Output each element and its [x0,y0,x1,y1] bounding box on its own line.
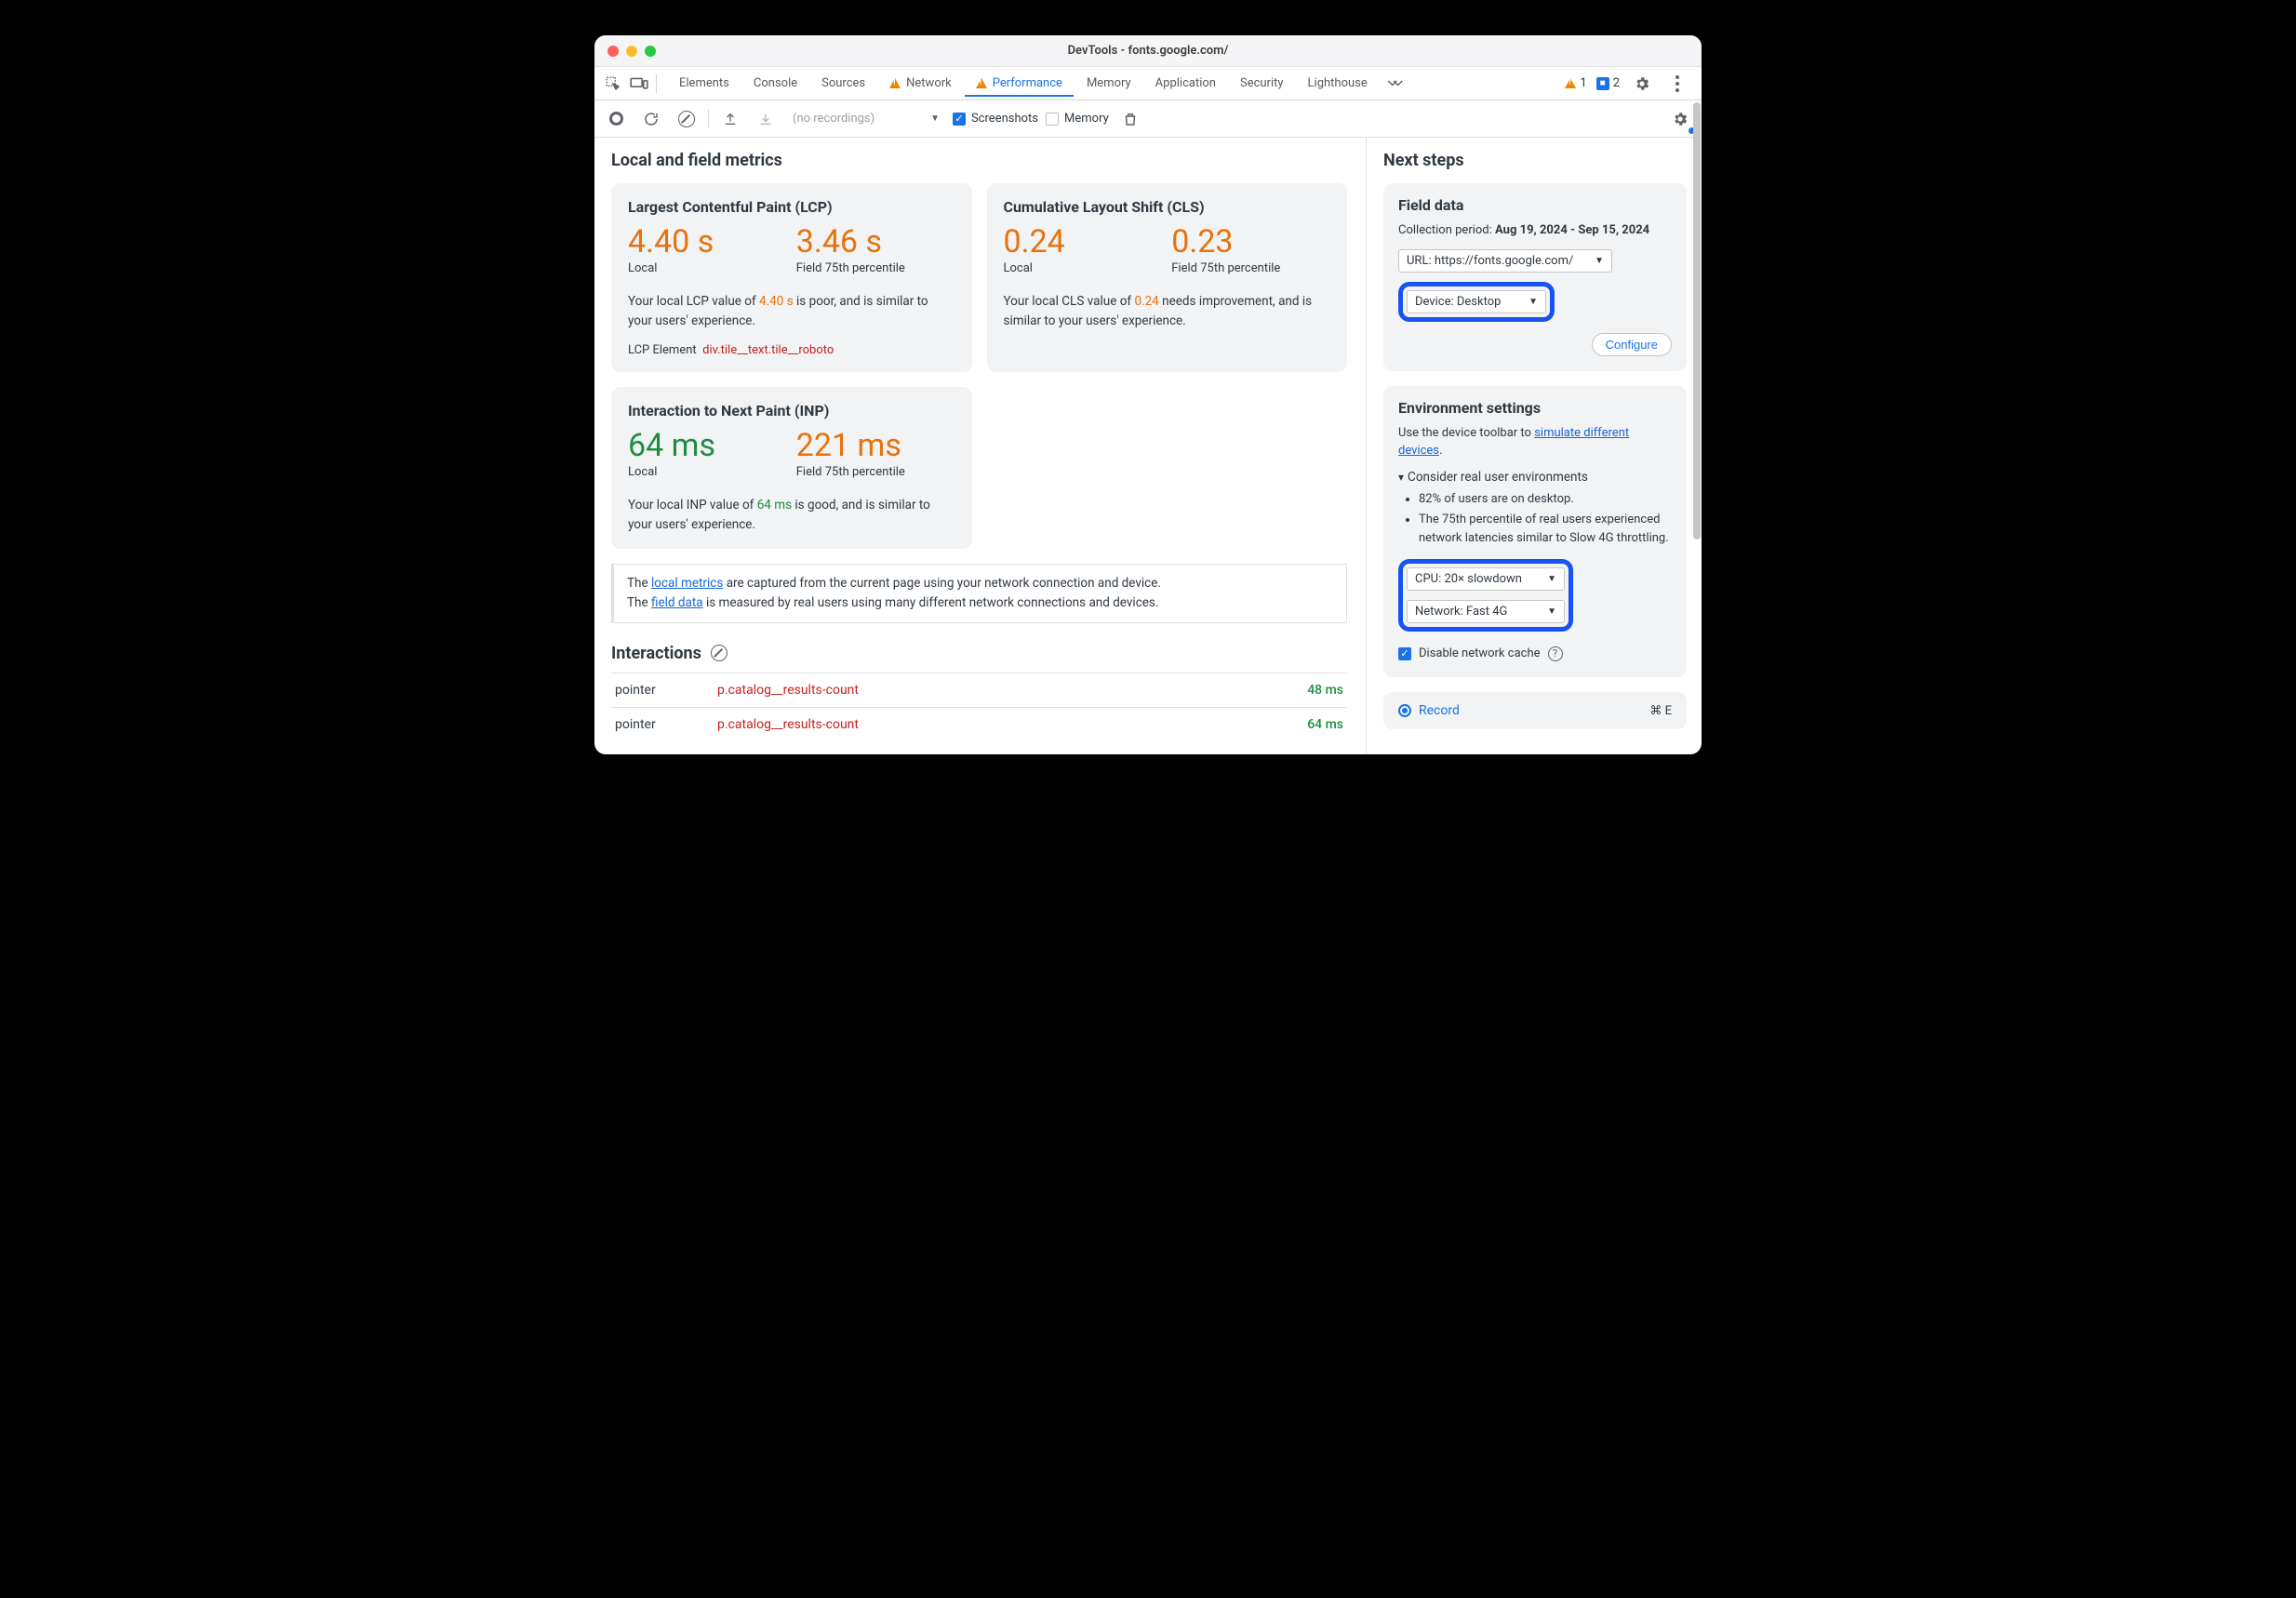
cls-local-value: 0.24 [1004,225,1163,260]
lcp-field-value: 3.46 s [796,225,955,260]
scrollbar[interactable] [1692,102,1702,754]
tab-lighthouse[interactable]: Lighthouse [1297,70,1379,97]
cls-card: Cumulative Layout Shift (CLS) 0.24 Local… [987,183,1348,372]
help-icon[interactable]: ? [1548,646,1563,661]
inp-local-label: Local [628,465,787,479]
interaction-row[interactable]: pointer p.catalog__results-count 64 ms [611,707,1347,741]
upload-profile-icon[interactable] [716,105,744,133]
collection-period: Collection period: Aug 19, 2024 - Sep 15… [1398,221,1672,240]
disable-cache-checkbox[interactable]: ✓ [1398,647,1411,660]
device-select-highlight: Device: Desktop▼ [1398,282,1555,322]
field-data-link[interactable]: field data [651,595,703,610]
tab-elements[interactable]: Elements [668,70,741,97]
disable-cache-label: Disable network cache [1419,645,1541,663]
environment-hint: Use the device toolbar to simulate diffe… [1398,424,1672,460]
lcp-element-row[interactable]: LCP Element div.tile__text.tile__roboto [628,343,955,357]
warning-icon [1565,78,1576,88]
cls-field-value: 0.23 [1171,225,1330,260]
throttling-highlight: CPU: 20× slowdown▼ Network: Fast 4G▼ [1398,559,1573,632]
env-bullet: The 75th percentile of real users experi… [1419,511,1672,548]
cls-field-label: Field 75th percentile [1171,261,1330,275]
device-toolbar-icon[interactable] [626,71,652,97]
inp-local-value: 64 ms [628,429,787,463]
record-shortcut: ⌘ E [1649,704,1672,718]
tab-console[interactable]: Console [742,70,808,97]
env-bullet: 82% of users are on desktop. [1419,490,1672,509]
clear-icon[interactable] [673,105,701,133]
cpu-throttle-select[interactable]: CPU: 20× slowdown▼ [1407,567,1565,591]
metrics-heading: Local and field metrics [611,151,1347,170]
record-icon [1398,704,1411,717]
cls-local-label: Local [1004,261,1163,275]
env-details[interactable]: Consider real user environments 82% of u… [1398,470,1672,548]
issues-icon: ■ [1596,77,1609,90]
tab-memory[interactable]: Memory [1075,70,1142,97]
lcp-local-value: 4.40 s [628,225,787,260]
panel-settings-icon[interactable] [1666,105,1694,133]
tab-network[interactable]: Network [878,70,963,97]
record-toggle-icon[interactable] [602,105,630,133]
chevron-down-icon: ▼ [1547,574,1556,584]
environment-title: Environment settings [1398,399,1672,417]
tab-application[interactable]: Application [1144,70,1227,97]
inp-field-label: Field 75th percentile [796,465,955,479]
download-profile-icon[interactable] [752,105,780,133]
cls-title: Cumulative Layout Shift (CLS) [1004,198,1331,216]
network-throttle-select[interactable]: Network: Fast 4G▼ [1407,600,1565,623]
maximize-window-button[interactable] [645,46,656,57]
inspect-element-icon[interactable] [600,71,626,97]
next-steps-heading: Next steps [1383,151,1687,170]
performance-toolbar: (no recordings) ▼ ✓ Screenshots Memory [594,100,1702,138]
env-details-summary[interactable]: Consider real user environments [1398,470,1672,485]
field-data-title: Field data [1398,196,1672,214]
clear-interactions-icon[interactable] [711,645,728,661]
inp-field-value: 221 ms [796,429,955,463]
chevron-down-icon: ▼ [1547,606,1556,617]
environment-panel: Environment settings Use the device tool… [1383,386,1687,678]
interactions-heading: Interactions [611,644,701,663]
lcp-field-label: Field 75th percentile [796,261,955,275]
close-window-button[interactable] [607,46,619,57]
warning-icon [976,78,987,88]
inp-card: Interaction to Next Paint (INP) 64 ms Lo… [611,387,972,549]
interaction-row[interactable]: pointer p.catalog__results-count 48 ms [611,672,1347,707]
reload-record-icon[interactable] [637,105,665,133]
metrics-info-box: The local metrics are captured from the … [611,564,1347,623]
warnings-badge[interactable]: 1 [1565,76,1586,90]
tab-sources[interactable]: Sources [810,70,876,97]
window-titlebar: DevTools - fonts.google.com/ [594,35,1702,67]
settings-icon[interactable] [1629,71,1655,97]
inp-note: Your local INP value of 64 ms is good, a… [628,496,955,534]
record-panel: Record ⌘ E [1383,692,1687,729]
configure-button[interactable]: Configure [1592,333,1672,356]
chevron-down-icon: ▼ [1528,297,1538,307]
record-button[interactable]: Record [1398,703,1460,718]
chevron-down-icon: ▼ [1595,256,1604,266]
warning-icon [889,78,901,88]
memory-checkbox[interactable]: Memory [1046,112,1109,126]
tab-overflow[interactable] [1381,70,1408,97]
gc-icon[interactable] [1116,105,1144,133]
field-data-panel: Field data Collection period: Aug 19, 20… [1383,183,1687,371]
issues-badge[interactable]: ■ 2 [1596,76,1620,90]
lcp-note: Your local LCP value of 4.40 s is poor, … [628,292,955,330]
url-select[interactable]: URL: https://fonts.google.com/▼ [1398,249,1612,273]
inp-title: Interaction to Next Paint (INP) [628,402,955,419]
screenshots-checkbox[interactable]: ✓ Screenshots [953,112,1038,126]
lcp-local-label: Local [628,261,787,275]
devtools-tab-bar: Elements Console Sources Network Perform… [594,67,1702,100]
tab-performance[interactable]: Performance [965,70,1074,97]
recordings-select[interactable]: (no recordings) ▼ [787,112,945,126]
local-metrics-link[interactable]: local metrics [651,576,723,591]
more-options-icon[interactable] [1664,71,1690,97]
tab-security[interactable]: Security [1229,70,1295,97]
lcp-card: Largest Contentful Paint (LCP) 4.40 s Lo… [611,183,972,372]
cls-note: Your local CLS value of 0.24 needs impro… [1004,292,1331,330]
chevron-down-icon: ▼ [930,113,940,124]
window-title: DevTools - fonts.google.com/ [594,44,1702,58]
lcp-title: Largest Contentful Paint (LCP) [628,198,955,216]
device-select[interactable]: Device: Desktop▼ [1407,290,1546,313]
minimize-window-button[interactable] [626,46,637,57]
